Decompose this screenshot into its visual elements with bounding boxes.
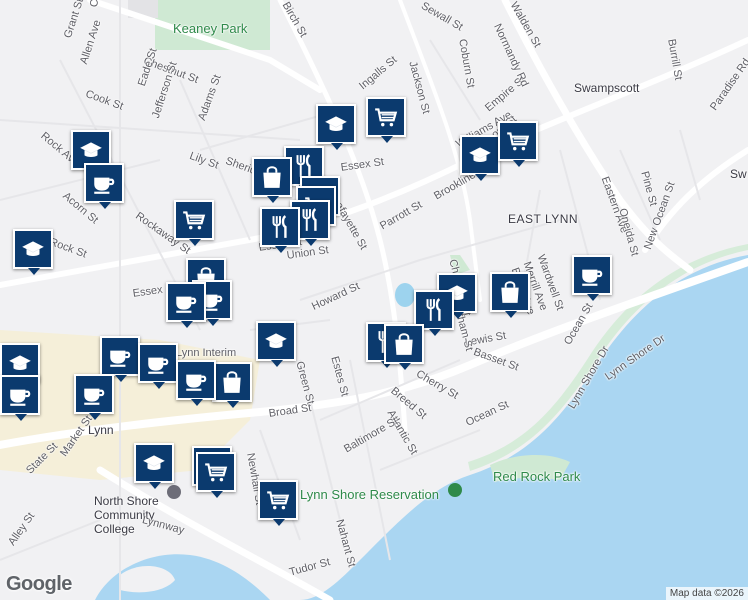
map[interactable]: EAST LYNN Swampscott Lynn Lynn Interim S… (0, 0, 748, 600)
cafe-icon (91, 170, 117, 196)
grocery-icon (181, 207, 207, 233)
shopping-icon (497, 279, 523, 305)
cafe-icon (579, 262, 605, 288)
shopping-icon (219, 369, 245, 395)
cafe-marker[interactable] (166, 282, 206, 328)
school-icon (467, 142, 493, 168)
cafe-icon (81, 381, 107, 407)
place-label-lynn-interim: Lynn Interim (176, 347, 237, 359)
park-label-red-rock-park: Red Rock Park (493, 469, 581, 484)
grocery-marker[interactable] (366, 97, 406, 143)
grocery-marker[interactable] (196, 452, 236, 498)
park-label-lynn-shore-reservation: Lynn Shore Reservation (300, 487, 439, 502)
grocery-icon (203, 459, 229, 485)
school-icon (7, 350, 33, 376)
school-marker[interactable] (316, 104, 356, 150)
school-icon (323, 111, 349, 137)
cafe-marker[interactable] (176, 360, 216, 406)
place-label-sw: Sw (730, 167, 747, 181)
school-icon (78, 137, 104, 163)
school-icon (263, 328, 289, 354)
restaurant-icon (297, 207, 323, 233)
grocery-marker[interactable] (174, 200, 214, 246)
restaurant-icon (421, 297, 447, 323)
cafe-marker[interactable] (572, 255, 612, 301)
shopping-marker[interactable] (252, 157, 292, 203)
grocery-marker[interactable] (498, 121, 538, 167)
restaurant-marker[interactable] (260, 207, 300, 253)
cafe-marker[interactable] (100, 336, 140, 382)
school-icon (141, 450, 167, 476)
grocery-icon (373, 104, 399, 130)
school-marker[interactable] (134, 443, 174, 489)
grocery-marker[interactable] (258, 480, 298, 526)
school-icon (20, 236, 46, 262)
shopping-marker[interactable] (212, 362, 252, 408)
school-marker[interactable] (460, 135, 500, 181)
grocery-icon (505, 128, 531, 154)
place-label-lynn-station: Lynn (88, 423, 114, 437)
restaurant-icon (267, 214, 293, 240)
grocery-icon (265, 487, 291, 513)
school-marker[interactable] (13, 229, 53, 275)
map-attribution: Map data ©2026 (665, 587, 748, 600)
park-tree-icon (448, 483, 462, 497)
cafe-icon (107, 343, 133, 369)
shopping-marker[interactable] (384, 324, 424, 370)
shopping-icon (391, 331, 417, 357)
cafe-icon (7, 382, 33, 408)
cafe-marker[interactable] (138, 343, 178, 389)
cafe-marker[interactable] (84, 163, 124, 209)
cafe-marker[interactable] (0, 375, 40, 421)
cafe-icon (183, 367, 209, 393)
place-label-east-lynn: EAST LYNN (508, 212, 579, 226)
park-label-keaney-park: Keaney Park (173, 21, 248, 36)
school-marker[interactable] (256, 321, 296, 367)
shopping-icon (259, 164, 285, 190)
place-label-swampscott: Swampscott (574, 81, 640, 95)
cafe-icon (145, 350, 171, 376)
cafe-icon (173, 289, 199, 315)
cafe-marker[interactable] (74, 374, 114, 420)
shopping-marker[interactable] (490, 272, 530, 318)
college-icon (167, 485, 181, 499)
google-logo: Google (6, 573, 72, 595)
